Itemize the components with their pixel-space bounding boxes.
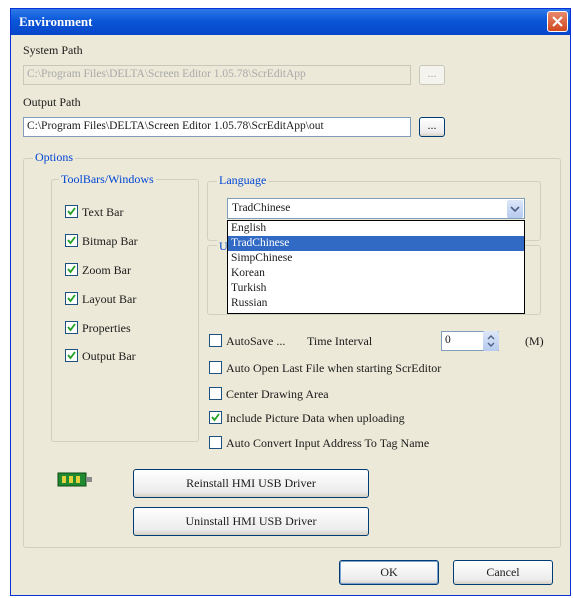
usb-driver-icon <box>57 471 93 493</box>
center-drawing-label: Center Drawing Area <box>226 387 329 401</box>
checkbox-box[interactable] <box>65 263 78 276</box>
system-path-input[interactable]: C:\Program Files\DELTA\Screen Editor 1.0… <box>23 65 411 85</box>
checkbox-box[interactable] <box>209 436 222 449</box>
uninstall-usb-driver-button[interactable]: Uninstall HMI USB Driver <box>133 507 369 536</box>
checkbox-box[interactable] <box>209 387 222 400</box>
dropdown-arrow-button[interactable] <box>507 200 523 218</box>
check-icon <box>67 294 76 303</box>
check-icon <box>67 207 76 216</box>
checkbox-box[interactable] <box>65 205 78 218</box>
zoom-bar-checkbox[interactable]: Zoom Bar <box>65 263 131 278</box>
system-path-browse-button[interactable]: ... <box>419 65 445 85</box>
language-option-tradchinese[interactable]: TradChinese <box>228 236 524 251</box>
output-bar-label: Output Bar <box>82 349 136 363</box>
checkbox-box[interactable] <box>209 361 222 374</box>
check-icon <box>67 323 76 332</box>
checkbox-box[interactable] <box>209 334 222 347</box>
language-option-russian[interactable]: Russian <box>228 296 524 311</box>
options-group-label: Options <box>33 150 76 165</box>
title-bar[interactable]: Environment <box>11 9 570 35</box>
properties-label: Properties <box>82 321 131 335</box>
auto-open-label: Auto Open Last File when starting ScrEdi… <box>226 361 442 375</box>
time-interval-spinner[interactable] <box>483 331 499 351</box>
include-picture-label: Include Picture Data when uploading <box>226 411 405 425</box>
check-icon <box>211 413 220 422</box>
output-path-input[interactable]: C:\Program Files\DELTA\Screen Editor 1.0… <box>23 117 411 137</box>
zoom-bar-label: Zoom Bar <box>82 263 131 277</box>
auto-convert-label: Auto Convert Input Address To Tag Name <box>226 436 430 450</box>
include-picture-checkbox[interactable]: Include Picture Data when uploading <box>209 411 405 426</box>
reinstall-usb-driver-button[interactable]: Reinstall HMI USB Driver <box>133 469 369 498</box>
chevron-down-icon <box>510 206 520 213</box>
check-icon <box>67 236 76 245</box>
checkbox-box[interactable] <box>209 411 222 424</box>
check-icon <box>67 265 76 274</box>
layout-bar-checkbox[interactable]: Layout Bar <box>65 292 136 307</box>
auto-open-checkbox[interactable]: Auto Open Last File when starting ScrEdi… <box>209 361 441 376</box>
bitmap-bar-label: Bitmap Bar <box>82 234 138 248</box>
environment-dialog: Environment System Path C:\Program Files… <box>10 8 571 596</box>
text-bar-label: Text Bar <box>82 205 124 219</box>
time-interval-label: Time Interval <box>307 334 373 348</box>
cancel-button[interactable]: Cancel <box>453 560 553 585</box>
output-path-label: Output Path <box>23 95 81 109</box>
layout-bar-label: Layout Bar <box>82 292 137 306</box>
bitmap-bar-checkbox[interactable]: Bitmap Bar <box>65 234 138 249</box>
language-selected-value: TradChinese <box>232 202 291 214</box>
output-bar-checkbox[interactable]: Output Bar <box>65 349 136 364</box>
language-option-korean[interactable]: Korean <box>228 266 524 281</box>
ok-button[interactable]: OK <box>339 560 439 585</box>
text-bar-checkbox[interactable]: Text Bar <box>65 205 123 220</box>
close-button[interactable] <box>547 11 568 32</box>
language-dropdown[interactable]: TradChinese <box>227 198 525 219</box>
system-path-label: System Path <box>23 43 83 57</box>
checkbox-box[interactable] <box>65 292 78 305</box>
language-group-label: Language <box>217 173 269 188</box>
language-option-turkish[interactable]: Turkish <box>228 281 524 296</box>
output-path-browse-button[interactable]: ... <box>419 117 445 137</box>
time-interval-unit: (M) <box>525 334 544 348</box>
spinner-arrows-icon <box>487 335 495 347</box>
language-dropdown-list[interactable]: English TradChinese SimpChinese Korean T… <box>227 220 525 314</box>
toolbars-group-label: ToolBars/Windows <box>59 172 156 187</box>
checkbox-box[interactable] <box>65 321 78 334</box>
checkbox-box[interactable] <box>65 349 78 362</box>
center-drawing-checkbox[interactable]: Center Drawing Area <box>209 387 329 402</box>
autosave-label: AutoSave ... <box>226 334 286 348</box>
check-icon <box>67 351 76 360</box>
checkbox-box[interactable] <box>65 234 78 247</box>
autosave-checkbox[interactable]: AutoSave ... <box>209 334 285 349</box>
close-icon <box>552 16 563 27</box>
language-option-english[interactable]: English <box>228 221 524 236</box>
auto-convert-checkbox[interactable]: Auto Convert Input Address To Tag Name <box>209 436 429 451</box>
language-option-simpchinese[interactable]: SimpChinese <box>228 251 524 266</box>
properties-checkbox[interactable]: Properties <box>65 321 131 336</box>
window-title: Environment <box>19 14 93 29</box>
